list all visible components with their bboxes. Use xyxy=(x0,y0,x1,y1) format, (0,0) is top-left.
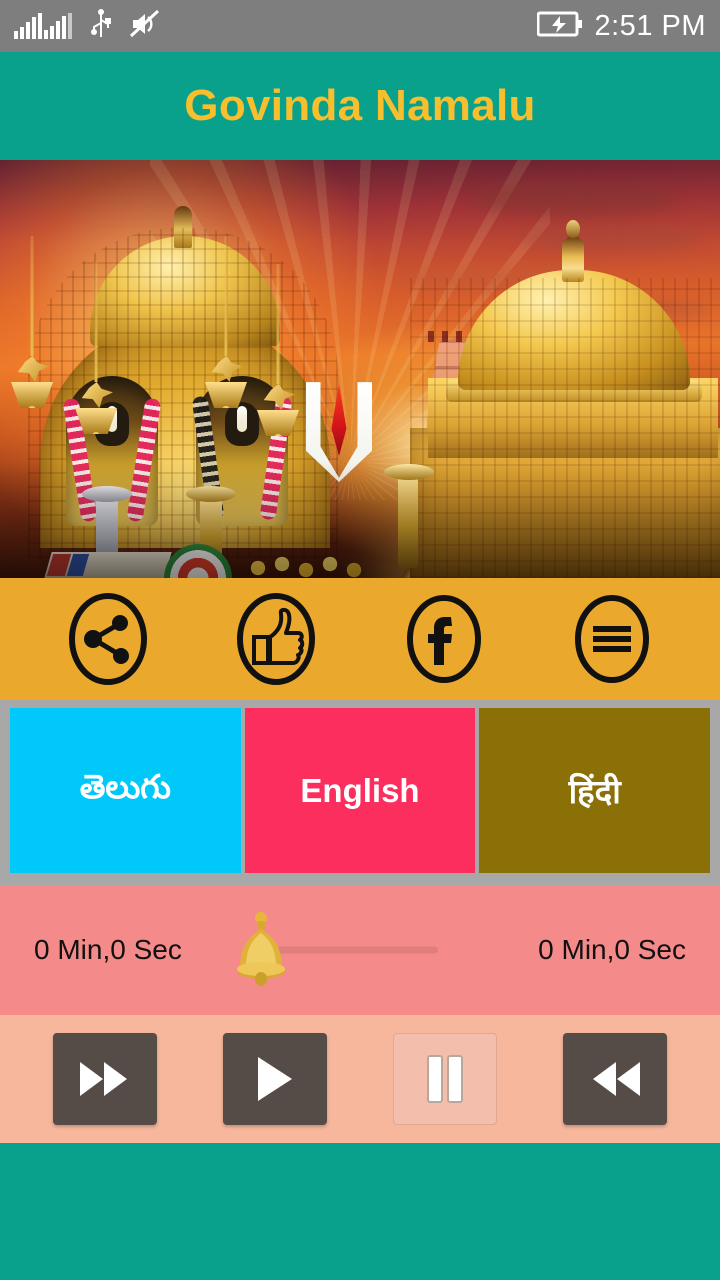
social-action-bar xyxy=(0,578,720,700)
image-vignette xyxy=(0,160,720,578)
hero-banner-image xyxy=(0,160,720,578)
facebook-button[interactable] xyxy=(403,592,485,686)
seek-bar-row: 0 Min,0 Sec 0 Min,0 Sec xyxy=(0,885,720,1015)
playback-controls xyxy=(0,1015,720,1143)
volume-muted-icon xyxy=(129,9,160,43)
status-bar-clock: 2:51 PM xyxy=(594,9,706,42)
rewind-button[interactable] xyxy=(563,1033,667,1125)
language-selector: తెలుగు English हिंदी xyxy=(0,700,720,885)
app-screen: 2:51 PM Govinda Namalu తెలుగు English हि… xyxy=(0,0,720,1280)
share-icon xyxy=(68,593,148,685)
footer-area xyxy=(0,1143,720,1280)
language-button-english[interactable]: English xyxy=(244,708,476,873)
total-time-label: 0 Min,0 Sec xyxy=(538,934,686,965)
seek-bar[interactable] xyxy=(224,905,496,995)
app-header: Govinda Namalu xyxy=(0,52,720,160)
rewind-icon xyxy=(588,1059,642,1099)
facebook-icon xyxy=(404,593,484,685)
language-button-hindi[interactable]: हिंदी xyxy=(479,708,711,873)
fast-forward-button[interactable] xyxy=(53,1033,157,1125)
pause-icon xyxy=(425,1054,465,1104)
hamburger-menu-icon xyxy=(572,593,652,685)
status-bar-left-icons xyxy=(14,8,160,44)
battery-charging-icon xyxy=(536,11,583,42)
bell-icon[interactable] xyxy=(224,907,298,993)
menu-button[interactable] xyxy=(571,592,653,686)
status-bar-right: 2:51 PM xyxy=(536,9,707,43)
usb-icon xyxy=(90,8,112,44)
page-title: Govinda Namalu xyxy=(184,81,536,130)
play-icon xyxy=(254,1055,296,1103)
pause-button[interactable] xyxy=(393,1033,497,1125)
status-bar: 2:51 PM xyxy=(0,0,720,52)
like-button[interactable] xyxy=(235,592,317,686)
signal-bars-icon xyxy=(14,13,72,39)
fast-forward-icon xyxy=(78,1059,132,1099)
share-button[interactable] xyxy=(67,592,149,686)
language-button-telugu[interactable]: తెలుగు xyxy=(10,708,241,873)
play-button[interactable] xyxy=(223,1033,327,1125)
current-time-label: 0 Min,0 Sec xyxy=(34,934,182,965)
thumbs-up-icon xyxy=(236,593,316,685)
